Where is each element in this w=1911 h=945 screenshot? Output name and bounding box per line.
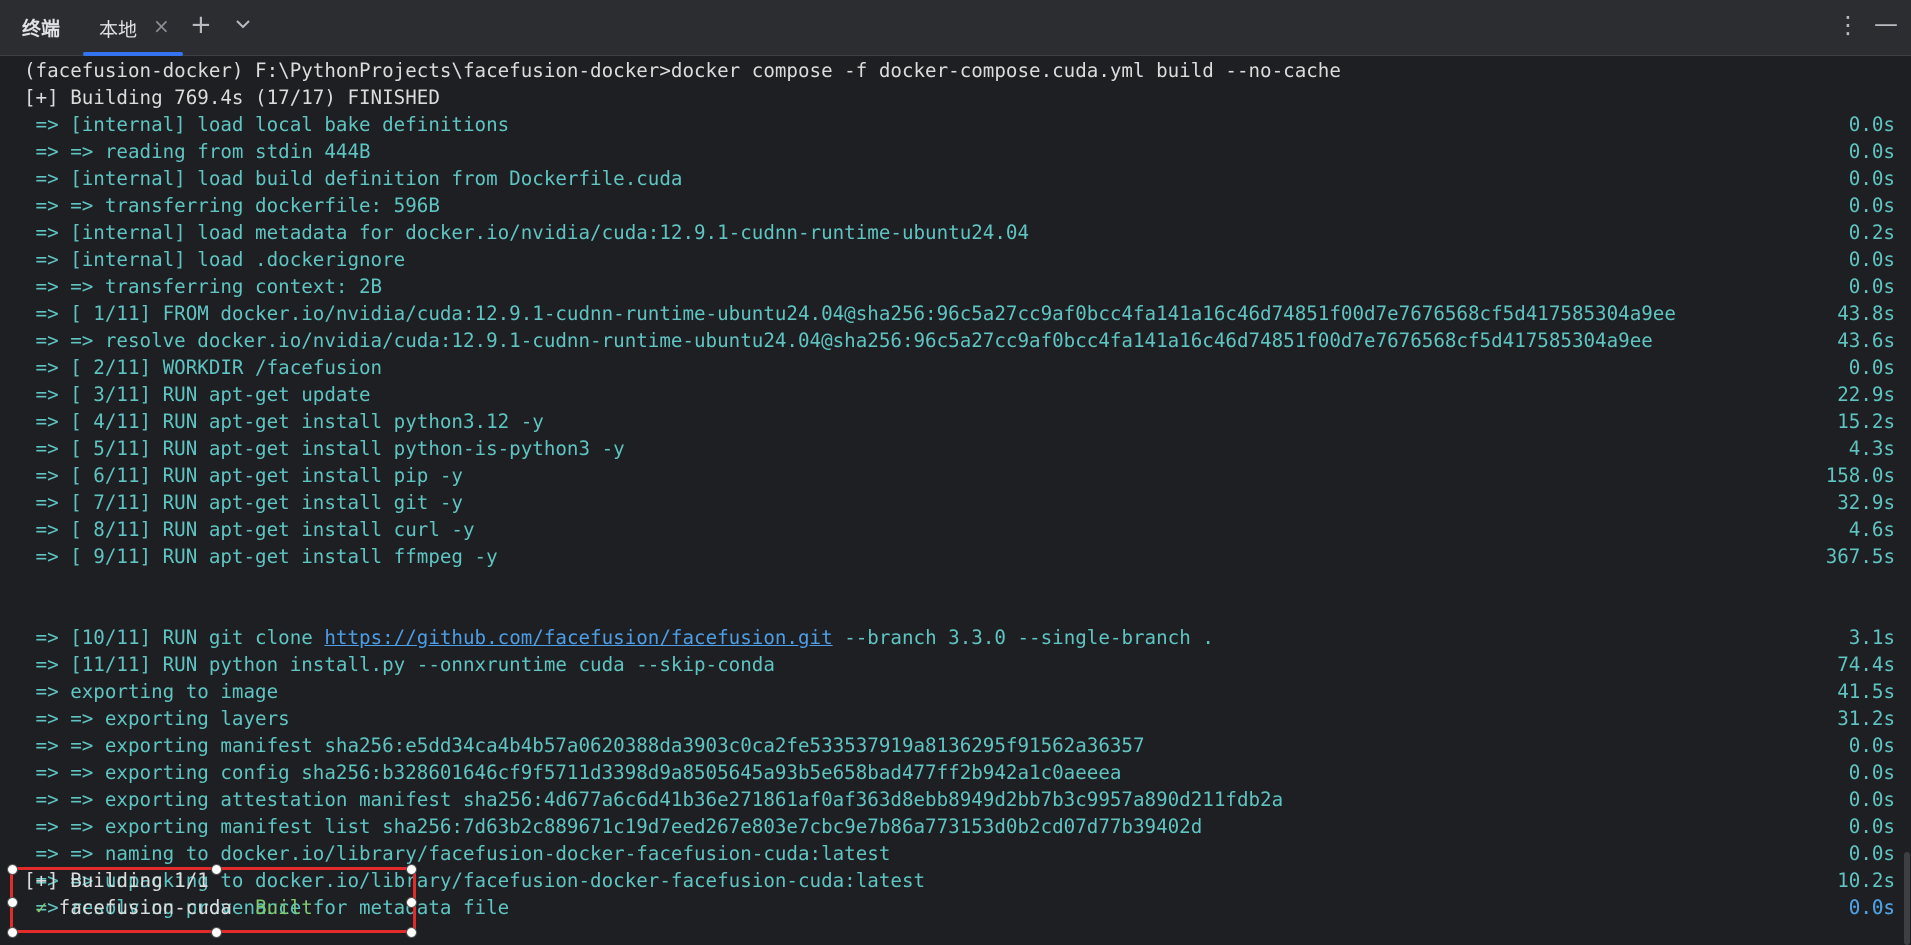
summary-line: [+] Building 1/1	[24, 869, 209, 892]
git-step-suffix: --branch 3.3.0 --single-branch .	[832, 626, 1214, 649]
scrollbar-thumb[interactable]	[1904, 852, 1910, 945]
build-step-line: => => transferring dockerfile: 596B	[24, 194, 440, 217]
build-step-line: => [ 4/11] RUN apt-get install python3.1…	[24, 410, 544, 433]
build-step-line: => [ 9/11] RUN apt-get install ffmpeg -y	[24, 545, 498, 568]
build-step-line: => => exporting config sha256:b328601646…	[24, 761, 1122, 784]
build-step-line: => [internal] load local bake definition…	[24, 113, 510, 136]
build-step-time: 367.5s	[1825, 545, 1895, 568]
build-step-line: => [ 6/11] RUN apt-get install pip -y	[24, 464, 463, 487]
check-icon: ✓	[35, 896, 48, 919]
build-step-time: 43.8s	[1837, 302, 1895, 325]
build-step-time: 0.0s	[1848, 356, 1895, 379]
build-step-time: 4.6s	[1848, 518, 1895, 541]
build-step-line: => [internal] load .dockerignore	[24, 248, 406, 271]
build-step-line: => [ 1/11] FROM docker.io/nvidia/cuda:12…	[24, 302, 1676, 325]
build-step-time: 0.0s	[1848, 761, 1895, 784]
build-step-time: 4.3s	[1848, 437, 1895, 460]
build-step-line: => => exporting manifest list sha256:7d6…	[24, 815, 1203, 838]
build-step-time: 22.9s	[1837, 383, 1895, 406]
build-step-time: 158.0s	[1825, 464, 1895, 487]
prompt-line: (facefusion-docker) F:\PythonProjects\fa…	[24, 59, 1341, 82]
build-step-line: => [ 5/11] RUN apt-get install python-is…	[24, 437, 625, 460]
terminal-output[interactable]: (facefusion-docker) F:\PythonProjects\fa…	[0, 57, 1903, 945]
build-step-line: => [11/11] RUN python install.py --onnxr…	[24, 653, 775, 676]
build-step-time: 41.5s	[1837, 680, 1895, 703]
build-step-time: 0.0s	[1848, 788, 1895, 811]
build-step-time: 10.2s	[1837, 869, 1895, 892]
git-step-prefix: => [10/11] RUN git clone	[24, 626, 325, 649]
build-step-line: => => resolve docker.io/nvidia/cuda:12.9…	[24, 329, 1653, 352]
build-step-line: => [internal] load metadata for docker.i…	[24, 221, 1030, 244]
build-step-time: 43.6s	[1837, 329, 1895, 352]
build-step-time: 0.0s	[1848, 734, 1895, 757]
tab-local[interactable]: 本地 ×	[83, 0, 183, 56]
build-step-line: => [ 2/11] WORKDIR /facefusion	[24, 356, 383, 379]
build-step-time: 0.0s	[1848, 275, 1895, 298]
build-step-time: 31.2s	[1837, 707, 1895, 730]
build-step-line: => [internal] load build definition from…	[24, 167, 683, 190]
result-time: 0.0s	[1848, 896, 1895, 919]
build-step-time: 0.0s	[1848, 194, 1895, 217]
build-step-line: => [ 7/11] RUN apt-get install git -y	[24, 491, 463, 514]
build-step-time: 15.2s	[1837, 410, 1895, 433]
tab-label: 本地	[99, 19, 138, 41]
result-line: ✓ facefusion-cuda Built	[24, 894, 313, 921]
build-step-time: 0.0s	[1848, 815, 1895, 838]
built-status: Built	[255, 896, 313, 919]
build-step-time: 0.2s	[1848, 221, 1895, 244]
minimize-icon[interactable]: —	[1874, 10, 1898, 38]
build-step-line: => => exporting attestation manifest sha…	[24, 788, 1284, 811]
build-step-time: 74.4s	[1837, 653, 1895, 676]
build-step-time: 32.9s	[1837, 491, 1895, 514]
terminal-title-bar: 终端 本地 × + ⋮ —	[0, 0, 1911, 56]
build-step-time: 0.0s	[1848, 113, 1895, 136]
build-step-line: => exporting to image	[24, 680, 279, 703]
active-tab-indicator	[83, 52, 183, 56]
build-step-time: 0.0s	[1848, 842, 1895, 865]
build-step-line: => [ 3/11] RUN apt-get update	[24, 383, 371, 406]
build-step-line: => => exporting manifest sha256:e5dd34ca…	[24, 734, 1145, 757]
terminal-scrollbar[interactable]	[1903, 57, 1911, 945]
git-clone-line: => [10/11] RUN git clone https://github.…	[24, 624, 1214, 651]
build-step-line: => => reading from stdin 444B	[24, 140, 371, 163]
repo-link[interactable]: https://github.com/facefusion/facefusion…	[324, 626, 832, 649]
panel-title: 终端	[22, 18, 61, 40]
status-line: [+] Building 769.4s (17/17) FINISHED	[24, 86, 440, 109]
more-options-icon[interactable]: ⋮	[1836, 11, 1860, 39]
add-tab-button[interactable]: +	[190, 10, 212, 40]
build-step-line: => [ 8/11] RUN apt-get install curl -y	[24, 518, 475, 541]
build-step-time: 0.0s	[1848, 140, 1895, 163]
build-step-line: => => naming to docker.io/library/facefu…	[24, 842, 891, 865]
build-step-time: 0.0s	[1848, 248, 1895, 271]
chevron-down-icon[interactable]	[233, 14, 253, 34]
close-icon[interactable]: ×	[153, 14, 170, 38]
build-step-line: => => exporting layers	[24, 707, 290, 730]
service-name: facefusion-cuda	[47, 896, 256, 919]
git-clone-time: 3.1s	[1848, 626, 1895, 649]
build-step-time: 0.0s	[1848, 167, 1895, 190]
build-step-line: => => transferring context: 2B	[24, 275, 383, 298]
